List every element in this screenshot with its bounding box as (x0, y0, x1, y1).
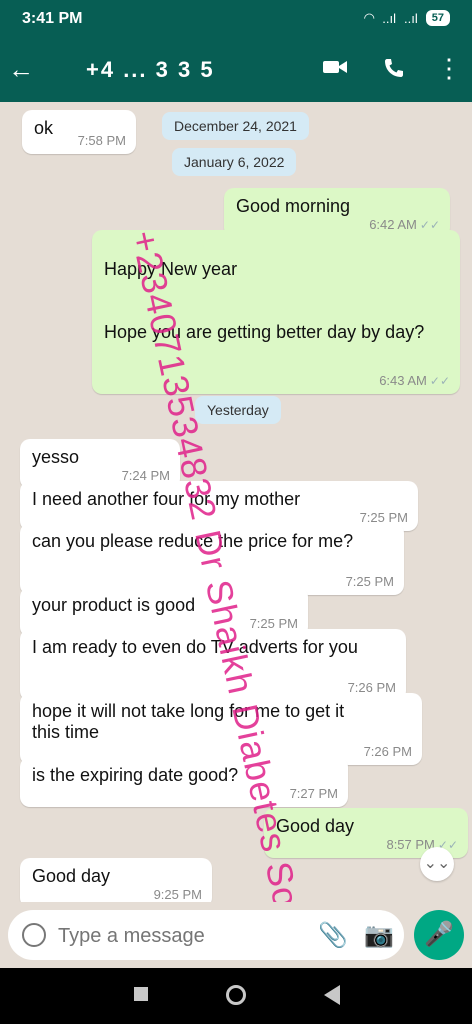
message-text: I am ready to even do TV adverts for you (32, 637, 358, 657)
home-icon[interactable] (226, 985, 246, 1005)
message-time: 9:25 PM (153, 887, 202, 902)
read-receipt-icon: ✓✓ (429, 374, 450, 388)
message-time: 6:43 AM ✓✓ (379, 373, 450, 388)
message-box[interactable]: 📎 📷 (8, 910, 404, 960)
message-bubble: can you please reduce the price for me? … (20, 523, 404, 595)
message-time: 7:25 PM (345, 574, 394, 589)
date-chip: December 24, 2021 (162, 112, 309, 140)
phone-call-icon[interactable] (382, 56, 406, 80)
battery-icon: 57 (425, 10, 450, 26)
date-chip: January 6, 2022 (172, 148, 297, 176)
date-chip: Yesterday (195, 396, 281, 424)
message-text: ok (34, 118, 54, 138)
contact-name[interactable]: +4 ... 3 3 5 (86, 57, 215, 83)
signal-icon: ..ıl (382, 10, 397, 26)
message-time: 7:27 PM (289, 786, 338, 801)
status-icons: ◜◝ ..ıl ..ıl 57 (364, 10, 450, 26)
message-text: hope it will not take long for me to get… (32, 701, 345, 742)
message-text: your product is good (32, 595, 196, 615)
message-bubble: I am ready to even do TV adverts for you… (20, 629, 406, 701)
system-navigation-bar (0, 968, 472, 1024)
back-icon[interactable] (324, 985, 340, 1005)
message-text: is the expiring date good? (32, 765, 239, 785)
chat-header: ← +4 ... 3 3 5 ⋮ (0, 40, 472, 102)
message-text: Good morning (236, 196, 351, 216)
more-vertical-icon[interactable]: ⋮ (436, 55, 462, 81)
message-input-bar: 📎 📷 🎤 (0, 902, 472, 968)
microphone-icon[interactable]: 🎤 (414, 910, 464, 960)
message-time: 7:58 PM (77, 133, 126, 148)
camera-icon[interactable]: 📷 (364, 921, 394, 950)
message-input[interactable] (56, 920, 290, 952)
message-text: I need another four for my mother (32, 489, 301, 509)
message-bubble: hope it will not take long for me to get… (20, 693, 422, 765)
message-text: yesso (32, 447, 80, 467)
message-text: Happy New year Hope you are getting bett… (104, 259, 425, 342)
message-bubble: Happy New year Hope you are getting bett… (92, 230, 460, 394)
signal-icon-2: ..ıl (404, 10, 418, 26)
back-arrow-icon[interactable]: ← (8, 54, 34, 85)
status-bar: 3:41 PM ◜◝ ..ıl ..ıl 57 (0, 0, 472, 40)
message-text: Good day (276, 816, 355, 836)
recent-apps-icon[interactable] (134, 987, 148, 1001)
message-text: can you please reduce the price for me? (32, 531, 354, 551)
wifi-icon: ◜◝ (364, 10, 375, 25)
chat-area: ok 7:58 PM December 24, 2021 January 6, … (0, 102, 472, 902)
message-bubble: ok 7:58 PM (22, 110, 136, 154)
chevron-double-down-icon[interactable]: ⌄⌄ (420, 847, 454, 881)
message-bubble: Good day 9:25 PM (20, 858, 212, 902)
video-call-icon[interactable] (322, 58, 348, 76)
message-bubble: is the expiring date good? 7:27 PM (20, 757, 348, 807)
attachment-icon[interactable]: 📎 (318, 921, 348, 950)
message-time: 7:26 PM (363, 744, 412, 759)
status-time: 3:41 PM (22, 10, 83, 27)
message-text: Good day (32, 866, 111, 886)
emoji-icon[interactable] (22, 923, 46, 947)
